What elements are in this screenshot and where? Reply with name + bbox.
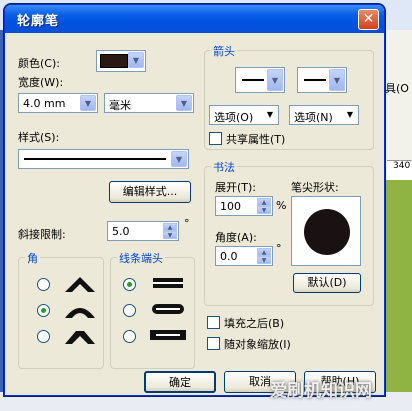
arrows-group: 箭头 ▼ ▼ 选项(O) ▼ 选项(N) ▼ 共享属性(T): [204, 43, 374, 150]
chevron-down-icon: ▼: [346, 110, 353, 119]
nib-shape-label: 笔尖形状:: [291, 181, 339, 194]
color-label: 颜色(C):: [18, 57, 60, 70]
line-caps-group: 线条端头: [110, 250, 195, 369]
stretch-spinner[interactable]: 100 ▲ ▼: [215, 196, 273, 216]
line-style-combo[interactable]: ▼: [18, 149, 189, 169]
angle-value: 0.0: [220, 250, 238, 263]
spin-up-icon[interactable]: ▲: [257, 198, 271, 206]
corner-miter-radio[interactable]: [37, 278, 50, 291]
watermark: 爱刷机知识网: [270, 381, 372, 401]
share-attributes-label: 共享属性(T): [226, 133, 286, 146]
miter-limit-label: 斜接限制:: [18, 228, 66, 241]
calligraphy-group-title: 书法: [211, 159, 237, 175]
close-button[interactable]: ✕: [358, 9, 379, 30]
stretch-value: 100: [220, 200, 241, 213]
square-cap-icon: [150, 330, 186, 340]
end-arrow-preview: [304, 79, 326, 81]
chevron-down-icon: ▼: [80, 95, 96, 111]
spin-down-icon[interactable]: ▼: [257, 256, 271, 264]
start-arrow-combo[interactable]: ▼: [235, 67, 285, 93]
nib-shape-circle: [304, 209, 350, 255]
chevron-down-icon: ▼: [128, 52, 144, 68]
miter-limit-spinner[interactable]: 5.0 ▲ ▼: [107, 221, 179, 241]
cap-square-radio[interactable]: [123, 330, 136, 343]
end-arrow-combo[interactable]: ▼: [297, 67, 347, 93]
start-arrow-preview: [242, 79, 264, 81]
scale-with-image-label: 随对象缩放(I): [224, 338, 291, 351]
width-value-combo[interactable]: 4.0 mm ▼: [18, 93, 98, 113]
chevron-down-icon: ▼: [266, 110, 273, 119]
butt-cap-icon: [153, 278, 183, 288]
angle-label: 角度(A):: [215, 231, 257, 244]
stretch-unit: %: [276, 199, 287, 212]
width-label: 宽度(W):: [18, 76, 64, 89]
nib-shape-preview[interactable]: [291, 196, 361, 266]
width-value: 4.0 mm: [23, 97, 66, 110]
style-label: 样式(S):: [18, 131, 60, 144]
chevron-down-icon: ▼: [171, 151, 187, 167]
ok-button[interactable]: 确定: [144, 371, 216, 393]
corner-round-radio[interactable]: [37, 304, 50, 317]
miter-unit: °: [184, 217, 190, 230]
stretch-label: 展开(T):: [215, 181, 257, 194]
angle-unit: °: [276, 242, 282, 255]
line-caps-group-title: 线条端头: [117, 250, 165, 266]
miter-corner-icon: [65, 277, 95, 292]
spin-up-icon[interactable]: ▲: [163, 223, 177, 231]
fill-behind-checkbox[interactable]: [207, 316, 220, 329]
fill-behind-label: 填充之后(B): [224, 317, 285, 330]
share-attributes-checkbox[interactable]: [209, 132, 222, 145]
cap-butt-radio[interactable]: [123, 278, 136, 291]
close-icon: ✕: [362, 11, 375, 27]
width-unit: 毫米: [109, 99, 131, 112]
miter-limit-value: 5.0: [112, 225, 130, 238]
chevron-down-icon: ▼: [176, 95, 192, 111]
window-title: 轮廓笔: [17, 14, 60, 29]
corner-bevel-radio[interactable]: [37, 330, 50, 343]
arrow-start-options-label: 选项(O): [214, 111, 254, 124]
chevron-down-icon: ▼: [267, 69, 283, 91]
cap-round-radio[interactable]: [123, 304, 136, 317]
chevron-down-icon: ▼: [329, 69, 345, 91]
color-swatch: [100, 54, 128, 68]
background-app-panel: 具(O 340: [382, 30, 412, 180]
default-button[interactable]: 默认(D): [293, 273, 361, 293]
corner-group-title: 角: [25, 250, 40, 266]
line-style-preview: [24, 158, 166, 160]
round-cap-icon: [152, 304, 184, 314]
arrow-end-options-label: 选项(N): [294, 111, 333, 124]
arrows-group-title: 箭头: [211, 43, 237, 59]
spin-down-icon[interactable]: ▼: [257, 206, 271, 214]
color-picker[interactable]: ▼: [96, 50, 146, 72]
spin-up-icon[interactable]: ▲: [257, 248, 271, 256]
edit-style-button[interactable]: 编辑样式...: [109, 181, 191, 203]
arrow-end-options-button[interactable]: 选项(N) ▼: [289, 105, 359, 125]
angle-spinner[interactable]: 0.0 ▲ ▼: [215, 246, 273, 266]
dialog-body: 颜色(C): ▼ 宽度(W): 4.0 mm ▼ 毫米 ▼ 样式(S): ▼ 编…: [8, 33, 381, 393]
width-unit-combo[interactable]: 毫米 ▼: [104, 93, 194, 113]
background-menu-fragment: 具(O: [385, 82, 409, 95]
outline-pen-dialog: 轮廓笔 ✕ 颜色(C): ▼ 宽度(W): 4.0 mm ▼ 毫米 ▼ 样式(S…: [4, 4, 385, 396]
calligraphy-group: 书法 展开(T): 100 ▲ ▼ % 角度(A): 0.0 ▲ ▼ ° 笔尖形…: [204, 159, 374, 306]
spin-down-icon[interactable]: ▼: [163, 231, 177, 239]
round-corner-icon: [65, 308, 95, 318]
bevel-corner-icon: [65, 331, 95, 344]
arrow-start-options-button[interactable]: 选项(O) ▼: [209, 105, 279, 125]
background-ruler: 340: [387, 160, 412, 180]
corner-group: 角: [18, 250, 104, 369]
title-bar[interactable]: 轮廓笔 ✕: [5, 5, 384, 33]
scale-with-image-checkbox[interactable]: [207, 337, 220, 350]
